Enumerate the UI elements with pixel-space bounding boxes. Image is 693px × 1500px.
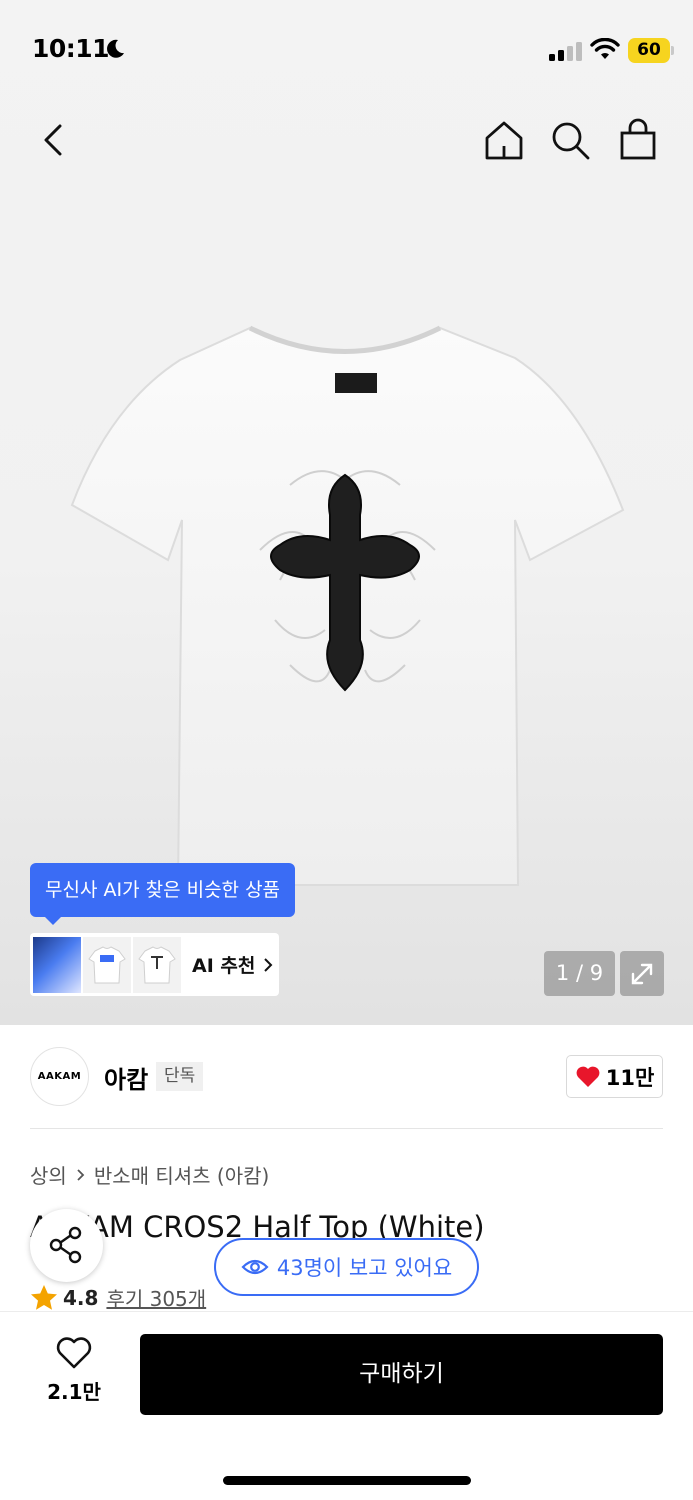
star-icon bbox=[31, 1285, 57, 1310]
back-icon[interactable] bbox=[34, 118, 74, 162]
exclusive-badge: 단독 bbox=[156, 1062, 204, 1091]
viewers-text: 43명이 보고 있어요 bbox=[276, 1256, 453, 1280]
reviews-link[interactable]: 후기 305개 bbox=[106, 1283, 206, 1312]
rating-value: 4.8 bbox=[63, 1285, 99, 1310]
brand-like-button[interactable]: 11만 bbox=[566, 1055, 663, 1098]
search-icon[interactable] bbox=[548, 118, 592, 162]
shopping-bag-icon[interactable] bbox=[616, 116, 660, 162]
product-image-gallery[interactable]: 10:11 60 무신사 AI가 찾은 비슷한 상품 AI 추천 1 / 9 bbox=[0, 0, 693, 1025]
brand-logo[interactable]: AAKAM bbox=[30, 1047, 89, 1106]
heart-filled-icon bbox=[576, 1066, 600, 1087]
viewers-indicator: 43명이 보고 있어요 bbox=[214, 1238, 479, 1296]
home-icon[interactable] bbox=[482, 118, 526, 162]
product-image bbox=[70, 325, 625, 886]
moon-icon bbox=[107, 39, 124, 58]
ai-thumbnail bbox=[83, 936, 131, 993]
battery-indicator: 60 bbox=[628, 38, 670, 63]
breadcrumb-item[interactable]: 반소매 티셔츠 (아캄) bbox=[94, 1160, 270, 1189]
breadcrumb: 상의 반소매 티셔츠 (아캄) bbox=[30, 1160, 269, 1189]
home-indicator bbox=[223, 1476, 471, 1485]
rating-row: 4.8 후기 305개 bbox=[30, 1283, 206, 1312]
chevron-right-icon bbox=[77, 1168, 85, 1181]
ai-recommend-tooltip: 무신사 AI가 찾은 비슷한 상품 bbox=[30, 863, 296, 917]
eye-icon bbox=[241, 1259, 269, 1275]
ai-thumbnail bbox=[33, 936, 81, 993]
breadcrumb-item[interactable]: 상의 bbox=[30, 1160, 67, 1189]
share-icon bbox=[49, 1226, 82, 1264]
image-counter: 1 / 9 bbox=[544, 951, 615, 996]
ai-recommend-label: AI 추천 bbox=[192, 955, 256, 977]
wifi-icon bbox=[590, 38, 620, 59]
signal-icon bbox=[549, 41, 583, 61]
wishlist-button[interactable]: 2.1만 bbox=[40, 1336, 108, 1405]
tooltip-arrow bbox=[44, 916, 62, 925]
brand-name[interactable]: 아캄 bbox=[104, 1060, 148, 1095]
status-time: 10:11 bbox=[32, 34, 110, 63]
battery-cap bbox=[671, 46, 674, 55]
chevron-right-icon bbox=[264, 957, 273, 972]
share-button[interactable] bbox=[30, 1209, 103, 1282]
heart-outline-icon bbox=[56, 1337, 92, 1369]
ai-recommend-button[interactable]: AI 추천 bbox=[30, 933, 279, 996]
expand-image-button[interactable] bbox=[620, 951, 664, 996]
ai-thumbnail bbox=[133, 936, 181, 993]
expand-icon bbox=[631, 963, 653, 985]
buy-button[interactable]: 구매하기 bbox=[140, 1334, 663, 1415]
divider bbox=[30, 1128, 663, 1129]
brand-like-count: 11만 bbox=[605, 1065, 655, 1090]
wishlist-count: 2.1만 bbox=[47, 1380, 101, 1404]
